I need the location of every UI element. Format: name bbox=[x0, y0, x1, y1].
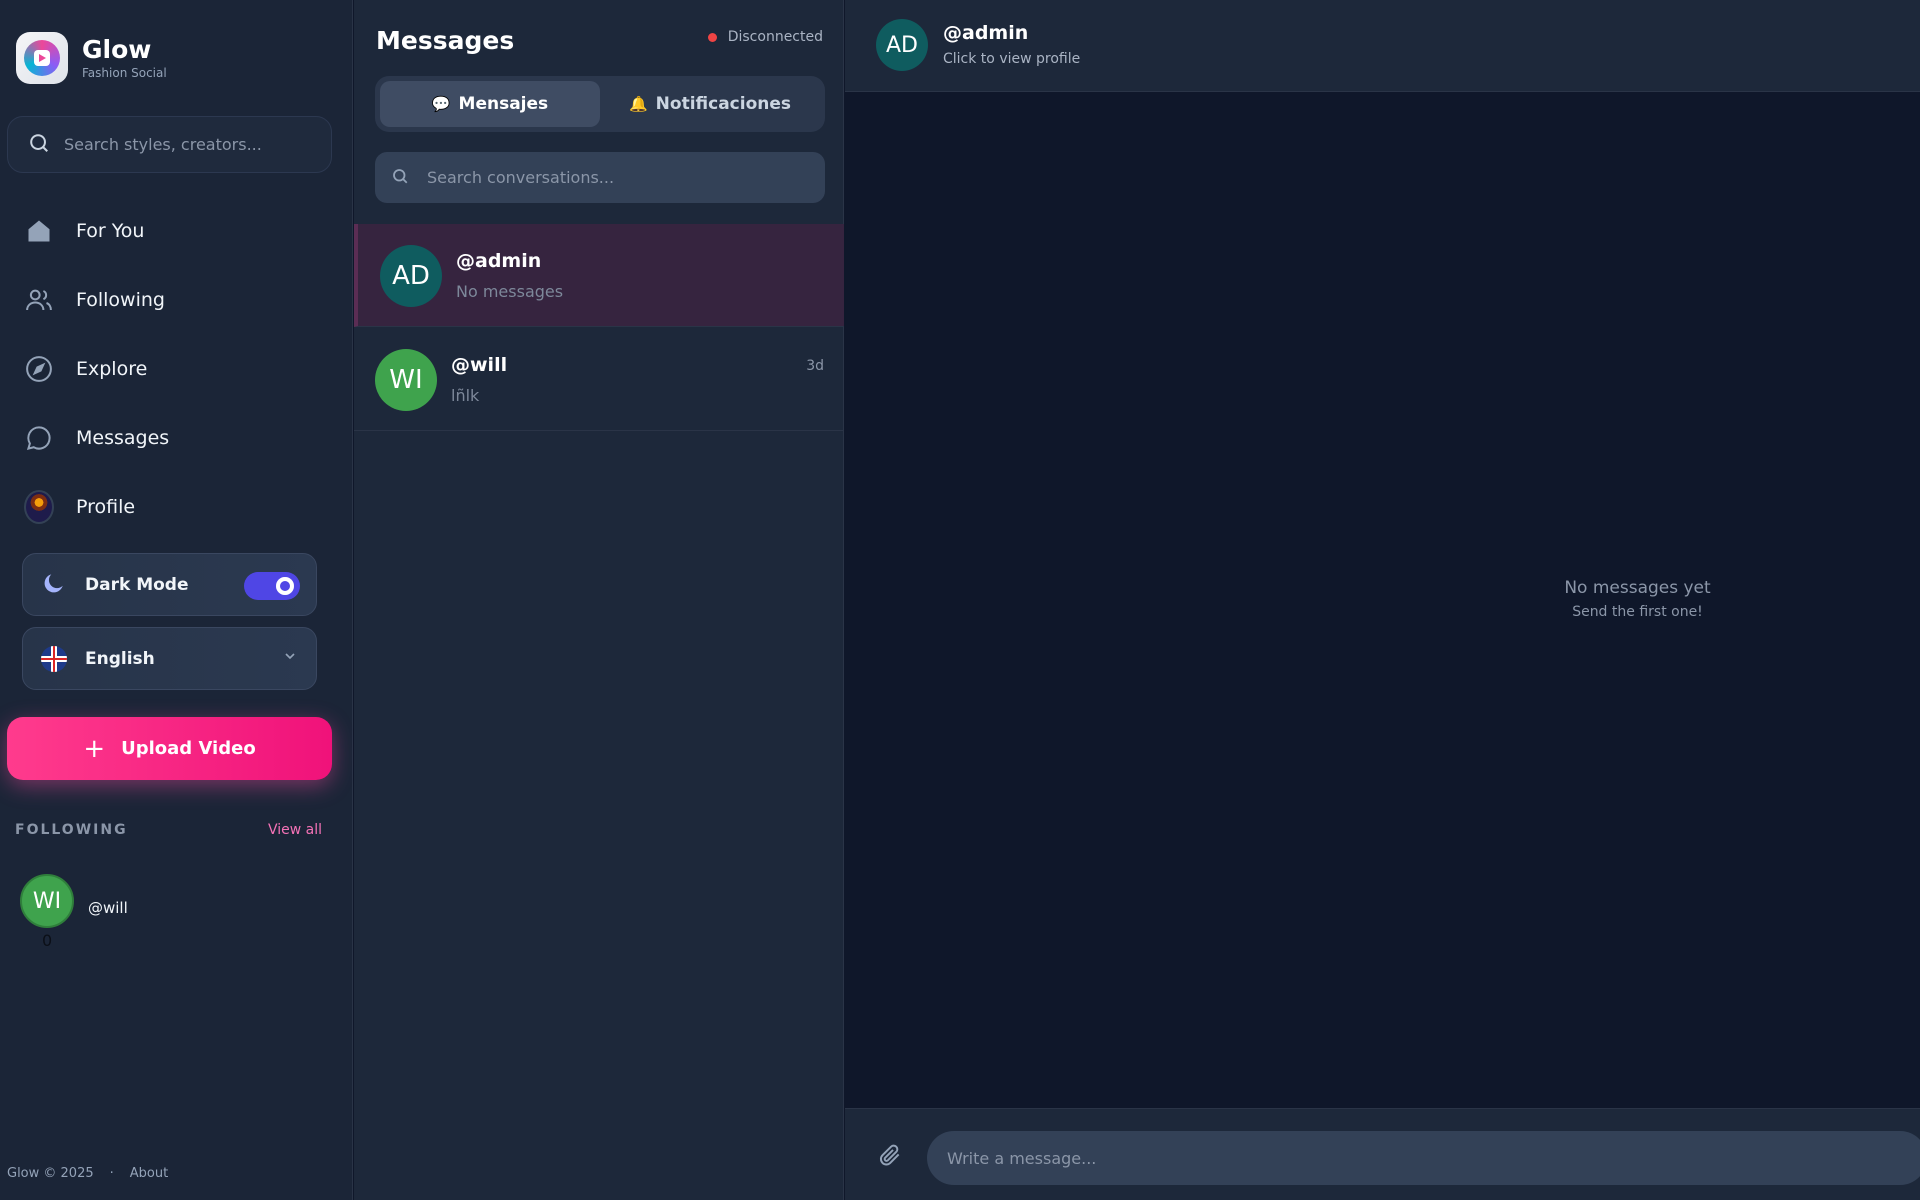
composer-bar bbox=[845, 1108, 1920, 1200]
nav-item-profile[interactable]: Profile bbox=[24, 472, 334, 541]
chat-header[interactable]: AD @admin Click to view profile bbox=[845, 0, 1920, 92]
chevron-down-icon bbox=[282, 648, 298, 668]
speech-bubble-icon: 💬 bbox=[431, 95, 451, 113]
message-input[interactable] bbox=[947, 1148, 1920, 1168]
status-text: Disconnected bbox=[727, 29, 823, 45]
tab-label: Notificaciones bbox=[655, 94, 792, 114]
avatar: WI bbox=[375, 349, 437, 411]
following-section-header: FOLLOWING View all bbox=[15, 822, 322, 838]
status-dot-icon bbox=[707, 32, 717, 42]
conversation-item-will[interactable]: WI @will lñlk 3d bbox=[354, 328, 844, 431]
tab-mensajes[interactable]: 💬 Mensajes bbox=[380, 81, 600, 127]
nav-item-explore[interactable]: Explore bbox=[24, 334, 334, 403]
upload-video-label: Upload Video bbox=[121, 738, 256, 759]
sidebar-footer: Glow © 2025 · About bbox=[7, 1166, 168, 1181]
following-user-handle: @will bbox=[88, 899, 128, 917]
nav-label: Messages bbox=[76, 426, 170, 449]
view-all-link[interactable]: View all bbox=[268, 822, 322, 838]
message-composer bbox=[927, 1131, 1920, 1185]
tab-label: Mensajes bbox=[458, 94, 549, 114]
view-profile-hint: Click to view profile bbox=[943, 51, 1081, 67]
conversation-panel: Messages Disconnected 💬 Mensajes 🔔 Notif… bbox=[354, 0, 844, 1200]
search-icon bbox=[391, 167, 409, 189]
conversation-search bbox=[375, 152, 825, 203]
conversation-search-input[interactable] bbox=[427, 168, 825, 187]
brand-name: Glow bbox=[82, 34, 152, 64]
tab-notificaciones[interactable]: 🔔 Notificaciones bbox=[600, 81, 820, 127]
chat-icon bbox=[24, 423, 54, 453]
main-nav: For You Following Explore Messages Profi… bbox=[24, 196, 334, 541]
home-icon bbox=[24, 216, 54, 246]
conversation-preview: No messages bbox=[456, 282, 564, 301]
empty-state-title: No messages yet bbox=[1564, 578, 1711, 598]
language-label: English bbox=[85, 648, 155, 669]
conversation-item-admin[interactable]: AD @admin No messages bbox=[354, 224, 844, 327]
following-title: FOLLOWING bbox=[15, 822, 128, 838]
avatar bbox=[24, 489, 54, 524]
page-title: Messages bbox=[376, 26, 515, 55]
following-user-count: 0 bbox=[42, 931, 53, 950]
avatar: AD bbox=[380, 245, 442, 307]
nav-label: For You bbox=[76, 219, 145, 242]
copyright-text: Glow © 2025 bbox=[7, 1166, 94, 1181]
dark-mode-label: Dark Mode bbox=[85, 574, 189, 595]
empty-state-subtitle: Send the first one! bbox=[1572, 604, 1703, 620]
dark-mode-toggle[interactable] bbox=[244, 572, 300, 600]
language-select[interactable]: English bbox=[22, 627, 317, 690]
empty-state: No messages yet Send the first one! bbox=[845, 578, 1920, 620]
moon-icon bbox=[41, 570, 67, 600]
brand-tagline: Fashion Social bbox=[82, 66, 167, 81]
avatar: AD bbox=[876, 19, 928, 71]
footer-separator: · bbox=[109, 1166, 114, 1181]
nav-label: Explore bbox=[76, 357, 148, 380]
search-input[interactable] bbox=[64, 135, 331, 154]
conversation-name: @admin bbox=[456, 250, 542, 272]
conversation-name: @will bbox=[451, 354, 508, 376]
chat-panel: AD @admin Click to view profile No messa… bbox=[845, 0, 1920, 1200]
chat-contact-name: @admin bbox=[943, 22, 1029, 44]
nav-label: Following bbox=[76, 288, 165, 311]
search-icon bbox=[28, 132, 50, 158]
nav-label: Profile bbox=[76, 495, 136, 518]
users-icon bbox=[24, 285, 54, 315]
paperclip-icon[interactable] bbox=[877, 1142, 903, 1172]
nav-item-following[interactable]: Following bbox=[24, 265, 334, 334]
message-tabs: 💬 Mensajes 🔔 Notificaciones bbox=[375, 76, 825, 132]
avatar: WI bbox=[20, 874, 74, 928]
nav-item-for-you[interactable]: For You bbox=[24, 196, 334, 265]
glow-logo bbox=[16, 32, 68, 84]
brand[interactable]: Glow Fashion Social bbox=[16, 32, 167, 84]
bell-icon: 🔔 bbox=[628, 95, 648, 113]
dark-mode-setting: Dark Mode bbox=[22, 553, 317, 616]
conversation-preview: lñlk bbox=[451, 386, 480, 405]
following-user[interactable]: WI @will bbox=[20, 874, 128, 928]
about-link[interactable]: About bbox=[130, 1166, 168, 1181]
sidebar-search bbox=[7, 116, 332, 173]
plus-icon: + bbox=[83, 733, 106, 764]
uk-flag-icon bbox=[41, 645, 67, 672]
upload-video-button[interactable]: + Upload Video bbox=[7, 717, 332, 780]
sidebar: Glow Fashion Social For You Following Ex… bbox=[0, 0, 353, 1200]
nav-item-messages[interactable]: Messages bbox=[24, 403, 334, 472]
conversation-time: 3d bbox=[806, 358, 824, 374]
connection-status: Disconnected bbox=[707, 29, 823, 45]
compass-icon bbox=[24, 354, 54, 384]
